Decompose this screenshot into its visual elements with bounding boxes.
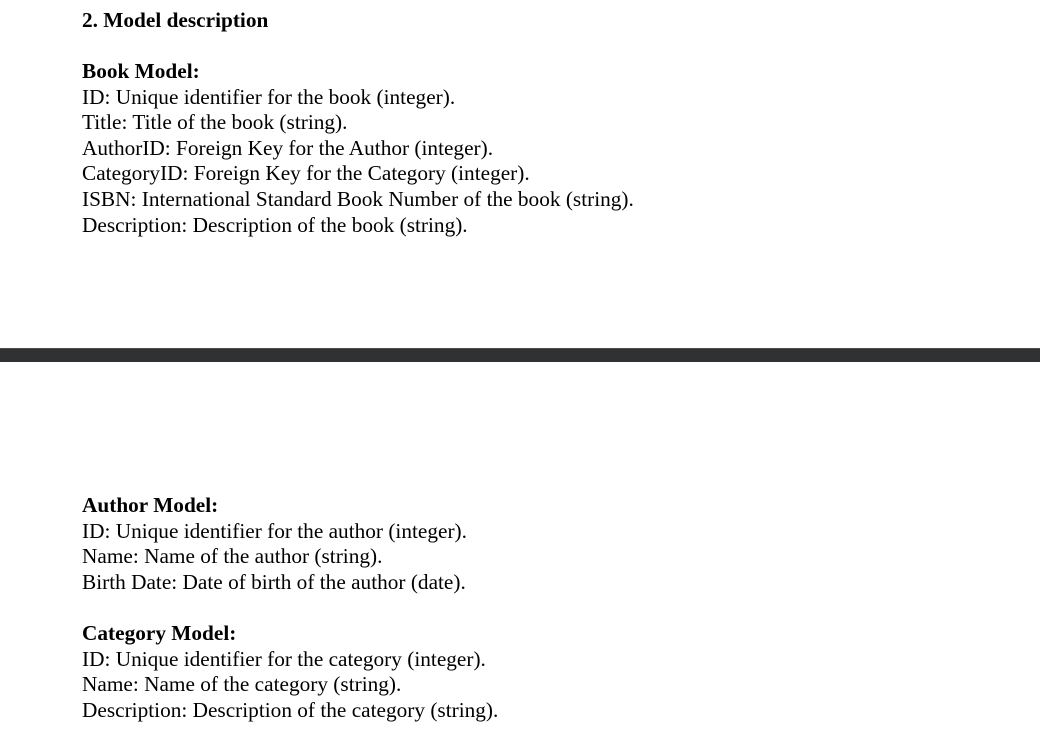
book-model-title: Book Model: [82, 59, 200, 83]
category-model-section: Category Model: ID: Unique identifier fo… [82, 621, 498, 723]
book-field-id: ID: Unique identifier for the book (inte… [82, 84, 456, 109]
author-field-birth-date: Birth Date: Date of birth of the author … [82, 569, 466, 594]
section-heading: 2. Model description [82, 8, 269, 32]
category-field-name: Name: Name of the category (string). [82, 672, 402, 697]
book-field-categoryid: CategoryID: Foreign Key for the Category… [82, 161, 530, 186]
category-model-title: Category Model: [82, 621, 237, 645]
book-model-section: Book Model: ID: Unique identifier for th… [82, 59, 634, 238]
book-field-isbn: ISBN: International Standard Book Number… [82, 186, 634, 211]
book-field-title: Title: Title of the book (string). [82, 110, 348, 135]
page-separator [0, 348, 1040, 362]
author-field-name: Name: Name of the author (string). [82, 544, 383, 569]
author-model-section: Author Model: ID: Unique identifier for … [82, 493, 467, 595]
category-field-id: ID: Unique identifier for the category (… [82, 646, 486, 671]
author-field-id: ID: Unique identifier for the author (in… [82, 518, 467, 543]
book-field-description: Description: Description of the book (st… [82, 212, 468, 237]
document-page-1: 2. Model description Book Model: ID: Uni… [0, 0, 1040, 348]
category-field-description: Description: Description of the category… [82, 697, 499, 722]
author-model-title: Author Model: [82, 493, 219, 517]
book-field-authorid: AuthorID: Foreign Key for the Author (in… [82, 135, 494, 160]
